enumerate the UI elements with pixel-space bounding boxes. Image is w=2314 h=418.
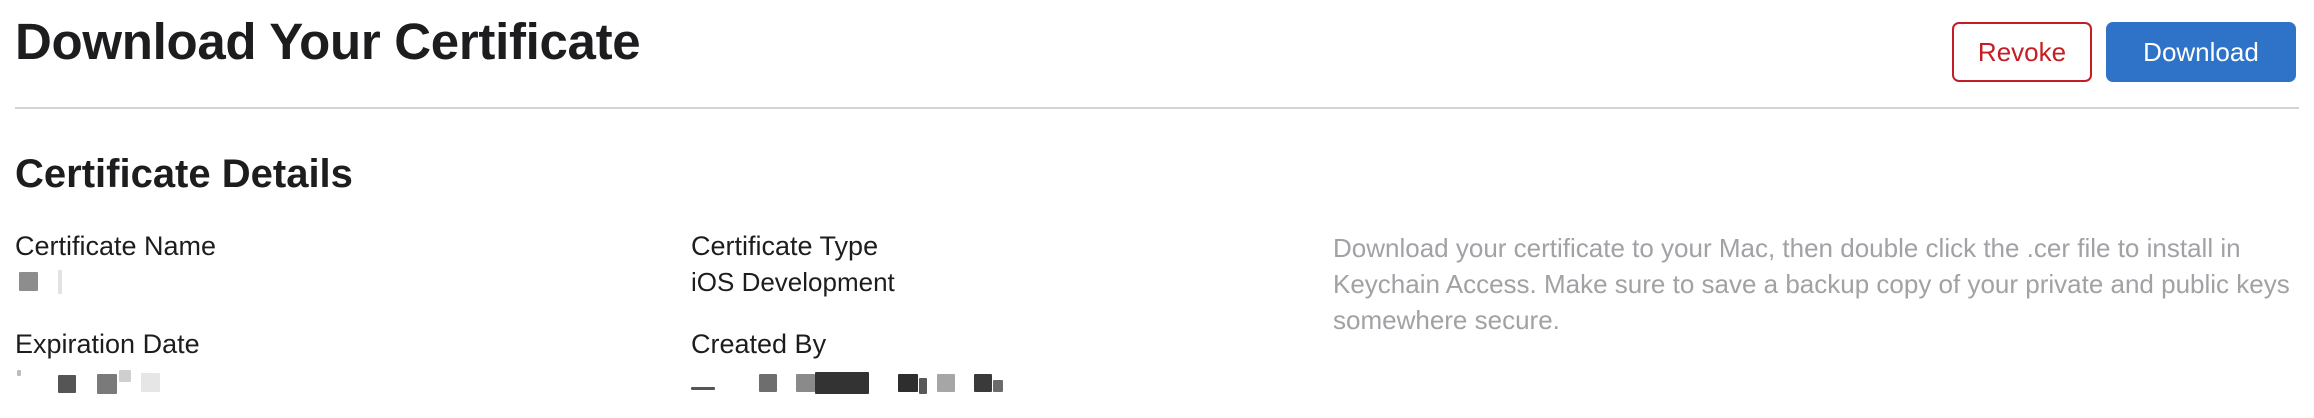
created-by-field: Created By: [691, 326, 1291, 398]
expiration-date-label: Expiration Date: [15, 329, 200, 359]
download-button[interactable]: Download: [2106, 22, 2296, 82]
redaction-block: [691, 387, 715, 390]
certificate-name-value: [15, 264, 615, 300]
redaction-block: [898, 374, 918, 392]
redaction-block: [119, 370, 131, 382]
expiration-date-value: [15, 362, 615, 398]
redaction-block: [796, 374, 815, 392]
redaction-block: [919, 378, 927, 394]
redaction-block: [993, 380, 1003, 392]
certificate-type-field: Certificate Type iOS Development: [691, 228, 1291, 300]
certificate-name-field: Certificate Name: [15, 228, 615, 300]
redaction-block: [141, 373, 160, 392]
redaction-block: [759, 374, 777, 392]
certificate-type-label: Certificate Type: [691, 231, 879, 261]
redaction-block: [974, 374, 992, 392]
redaction-block: [19, 272, 38, 291]
section-title: Certificate Details: [15, 152, 353, 196]
expiration-date-field: Expiration Date: [15, 326, 615, 398]
header-actions: Revoke Download: [1952, 22, 2296, 82]
revoke-button[interactable]: Revoke: [1952, 22, 2092, 82]
header-divider: [15, 107, 2299, 109]
created-by-label: Created By: [691, 329, 827, 359]
page-title: Download Your Certificate: [15, 13, 641, 70]
created-by-value: [691, 362, 1291, 398]
redaction-block: [937, 374, 955, 392]
redaction-block: [97, 374, 117, 394]
redaction-block: [17, 370, 21, 376]
download-instructions: Download your certificate to your Mac, t…: [1333, 233, 2290, 335]
redaction-block: [58, 375, 76, 393]
redaction-block: [58, 270, 62, 294]
redaction-block: [815, 372, 869, 394]
certificate-name-label: Certificate Name: [15, 231, 217, 261]
certificate-type-value: iOS Development: [691, 267, 895, 297]
